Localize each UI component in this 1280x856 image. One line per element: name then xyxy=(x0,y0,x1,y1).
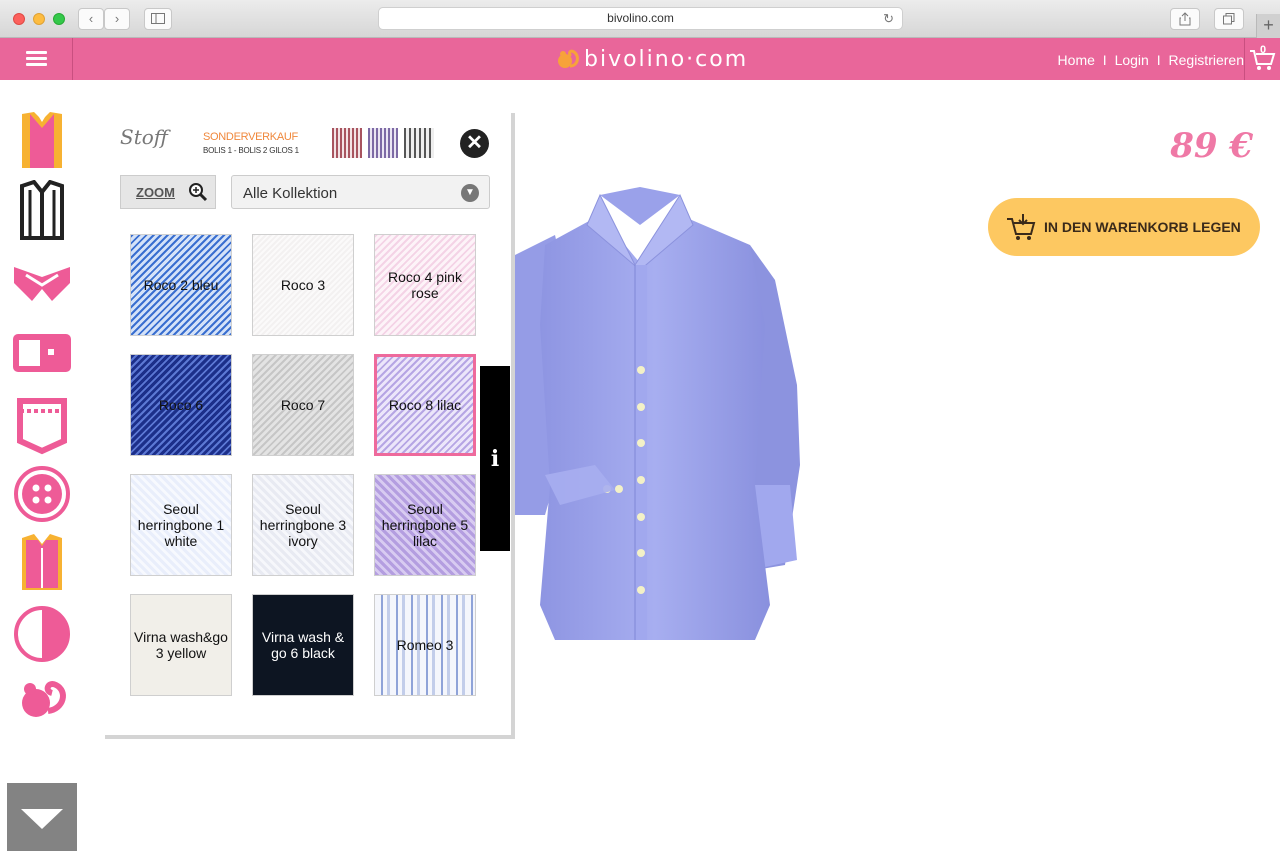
squirrel-logo-icon xyxy=(558,49,579,68)
panel-title: Stoff xyxy=(120,125,168,149)
fabric-swatch[interactable]: Roco 7 xyxy=(252,354,354,456)
fabric-swatch[interactable]: Roco 6 xyxy=(130,354,232,456)
cart-count-badge: 0 xyxy=(1260,44,1267,56)
collar-icon[interactable] xyxy=(12,255,72,315)
fabric-swatch-label: Seoul herringbone 3 ivory xyxy=(259,501,347,549)
shirt-model-icon[interactable] xyxy=(12,180,72,240)
fabric-swatch[interactable]: Roco 4 pink rose xyxy=(374,234,476,336)
fabric-panel: Stoff SONDERVERKAUF BOLIS 1 - BOLIS 2 GI… xyxy=(105,113,515,739)
fabric-swatch-label: Romeo 3 xyxy=(396,637,454,653)
fabric-swatch[interactable]: Seoul herringbone 1 white xyxy=(130,474,232,576)
forward-button[interactable]: › xyxy=(104,8,130,30)
fabric-swatch[interactable]: Roco 8 lilac xyxy=(374,354,476,456)
new-tab-button[interactable]: + xyxy=(1256,14,1280,38)
contrast-icon[interactable] xyxy=(12,604,72,664)
nav-separator: I xyxy=(1102,52,1107,68)
header-cart-button[interactable]: 0 xyxy=(1244,38,1280,80)
nav-separator: I xyxy=(1156,52,1161,68)
fabric-swatch-label: Roco 2 bleu xyxy=(143,277,219,293)
fabric-swatch[interactable]: Roco 2 bleu xyxy=(130,234,232,336)
site-header: bivolino·com Home I Login I Registrieren… xyxy=(0,38,1280,80)
customization-sidebar xyxy=(0,80,85,851)
menu-icon xyxy=(26,51,47,54)
collection-select-value: Alle Kollektion xyxy=(243,185,338,202)
logo-text: bivolino·com xyxy=(584,46,749,72)
sale-subtitle: BOLIS 1 - BOLIS 2 GILOS 1 xyxy=(203,146,299,155)
zoom-button[interactable]: ZOOM xyxy=(120,175,216,209)
fabric-swatch-label: Roco 3 xyxy=(280,277,326,293)
magnifier-icon xyxy=(189,183,208,202)
fabric-swatch[interactable]: Virna wash & go 6 black xyxy=(252,594,354,696)
back-button[interactable]: ‹ xyxy=(78,8,104,30)
fabric-swatch-label: Roco 4 pink rose xyxy=(388,269,462,301)
fabric-swatch-label: Roco 6 xyxy=(158,397,204,413)
fabric-swatch-label: Virna wash & go 6 black xyxy=(261,629,345,661)
fabric-swatch-label: Roco 7 xyxy=(280,397,326,413)
fabric-swatch[interactable]: Seoul herringbone 3 ivory xyxy=(252,474,354,576)
register-link[interactable]: Registrieren xyxy=(1169,52,1244,68)
add-to-cart-button[interactable]: IN DEN WARENKORB LEGEN xyxy=(988,198,1260,256)
fabric-swatch-label: Roco 8 lilac xyxy=(388,397,462,413)
product-price: 89 € xyxy=(1170,126,1253,166)
address-bar[interactable]: bivolino.com ↻ xyxy=(378,7,903,30)
fabric-swatch[interactable]: Seoul herringbone 5 lilac xyxy=(374,474,476,576)
sale-swatch-3[interactable] xyxy=(404,128,434,158)
button-icon[interactable] xyxy=(12,464,72,524)
fabric-shirt-icon[interactable] xyxy=(12,110,72,170)
sale-swatch-2[interactable] xyxy=(368,128,398,158)
fabric-swatch[interactable]: Roco 3 xyxy=(252,234,354,336)
reload-icon[interactable]: ↻ xyxy=(883,8,894,29)
hamburger-menu-button[interactable] xyxy=(0,38,73,80)
zoom-label: ZOOM xyxy=(136,185,175,200)
sale-link[interactable]: SONDERVERKAUF xyxy=(203,131,298,143)
info-tab-button[interactable]: i xyxy=(480,366,510,551)
tabs-icon xyxy=(1223,13,1235,25)
tabs-overview-button[interactable] xyxy=(1214,8,1244,30)
fabric-swatch[interactable]: Virna wash&go 3 yellow xyxy=(130,594,232,696)
minimize-window-button[interactable] xyxy=(33,13,45,25)
fabric-swatch-label: Seoul herringbone 1 white xyxy=(137,501,225,549)
chevron-down-icon: ▼ xyxy=(461,184,479,202)
sidebar-icon xyxy=(151,13,165,24)
close-panel-button[interactable]: ✕ xyxy=(460,129,489,158)
fabric-swatch-label: Virna wash&go 3 yellow xyxy=(134,629,228,661)
site-logo[interactable]: bivolino·com xyxy=(556,46,748,72)
home-link[interactable]: Home xyxy=(1058,52,1095,68)
add-to-cart-label: IN DEN WARENKORB LEGEN xyxy=(1044,219,1241,235)
monogram-icon[interactable] xyxy=(12,675,72,735)
close-window-button[interactable] xyxy=(13,13,25,25)
share-button[interactable] xyxy=(1170,8,1200,30)
cart-add-icon xyxy=(1007,214,1036,240)
sidebar-scroll-down-button[interactable] xyxy=(7,783,77,851)
browser-toolbar: ‹ › bivolino.com ↻ + xyxy=(0,0,1280,38)
shirt-preview xyxy=(515,187,800,640)
fabric-swatch[interactable]: Romeo 3 xyxy=(374,594,476,696)
maximize-window-button[interactable] xyxy=(53,13,65,25)
fabric-swatch-label: Seoul herringbone 5 lilac xyxy=(381,501,469,549)
arrow-down-icon xyxy=(21,809,63,829)
sidebar-toggle-button[interactable] xyxy=(144,8,172,30)
header-nav: Home I Login I Registrieren xyxy=(1058,52,1244,68)
collection-select[interactable]: Alle Kollektion ▼ xyxy=(231,175,490,209)
sale-swatch-1[interactable] xyxy=(332,128,362,158)
url-text: bivolino.com xyxy=(607,11,674,25)
placket-icon[interactable] xyxy=(12,532,72,592)
login-link[interactable]: Login xyxy=(1115,52,1149,68)
cuff-icon[interactable] xyxy=(12,325,72,385)
pocket-icon[interactable] xyxy=(12,395,72,455)
share-icon xyxy=(1179,12,1191,26)
